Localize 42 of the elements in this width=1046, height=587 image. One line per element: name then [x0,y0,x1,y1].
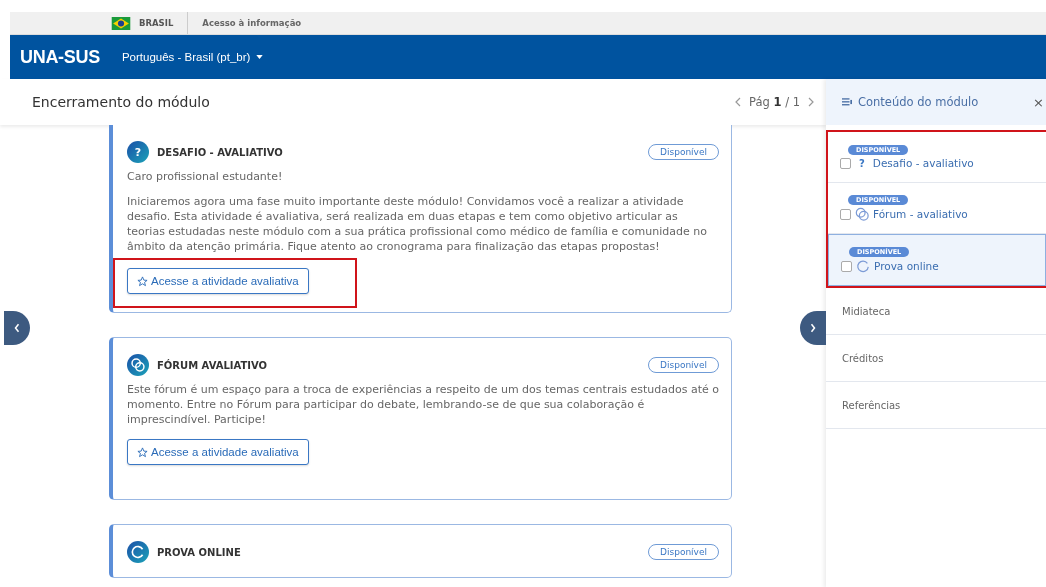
star-icon [137,446,148,458]
question-mark-icon: ? [859,157,865,169]
caret-icon [256,55,264,59]
checkbox[interactable] [840,157,851,169]
access-activity-button[interactable]: Acesse a atividade avaliativa [127,439,309,465]
checkbox[interactable] [841,260,852,272]
chat-icon [127,354,149,376]
card-greeting: Caro profissional estudante! [127,169,284,184]
next-button[interactable] [800,311,826,345]
question-icon: ? [127,141,149,163]
sidebar-title: Conteúdo do módulo [858,95,980,109]
chat-icon [855,207,869,221]
language-menu[interactable]: Português - Brasil (pt_br) [121,51,264,63]
flag-icon [111,16,131,30]
previous-button[interactable] [4,311,30,345]
close-button[interactable]: × [1033,94,1046,110]
sidebar-link[interactable]: Midiateca [826,288,1046,335]
logo[interactable]: UNA-SUS [20,46,100,68]
refresh-icon [856,259,870,273]
list-icon [842,98,852,106]
activity-label: Fórum - avaliativo [873,208,968,220]
access-info-link[interactable]: Acesso à informação [188,18,302,28]
activity-label: Prova online [874,260,939,272]
refresh-icon [127,541,149,563]
previous-page-button[interactable] [735,97,742,107]
star-icon [137,275,148,287]
checkbox[interactable] [840,208,851,220]
chevron-left-icon [14,323,20,333]
next-page-button[interactable] [808,97,814,107]
activity-label: Desafio - avaliativo [872,157,974,169]
card-description: Iniciaremos agora uma fase muito importante deste módulo! Convidamos você a realizar a atividade desafio. Esta atividade é avaliativa, será realizada em duas etapas e tem como objetivo articular as teorias estudadas neste módulo com a sua prática profissional como médico de família e comunidade no âmbito da atenção primária. Fique atento ao cronograma para finalização das etapas propostas! [127,194,708,254]
card-description: Este fórum é um espaço para a troca de experiências a respeito de um dos temas centrais estudados até o momento. Entre no Fórum para participar do debate, lembrando-se de que sua colaboração é imprescindível. Participe! [127,382,719,427]
page-title: Encerramento do módulo [32,94,211,110]
country-link[interactable]: BRASIL [139,12,189,34]
card-title: FÓRUM AVALIATIVO [157,359,269,371]
access-activity-button[interactable]: Acesse a atividade avaliativa [127,268,309,294]
card-title: DESAFIO - AVALIATIVO [157,146,284,158]
page-indicator: Pág 1 / 1 [749,95,800,109]
sidebar-link[interactable]: Referências [826,382,1046,429]
sidebar-link[interactable]: Créditos [826,335,1046,382]
card-title: PROVA ONLINE [157,546,242,558]
chevron-right-icon [810,323,816,333]
